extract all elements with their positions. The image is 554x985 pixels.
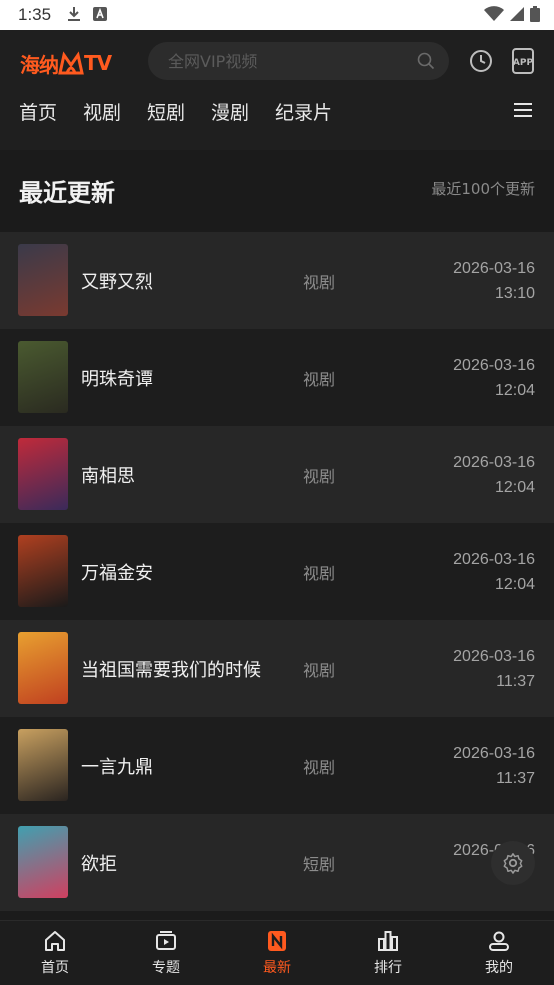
item-time: 12:04 <box>494 576 535 593</box>
item-title: 欲拒 <box>81 854 117 875</box>
item-time: 13:10 <box>494 285 535 302</box>
poster-image <box>18 244 68 316</box>
rank-icon <box>378 931 398 951</box>
history-icon[interactable] <box>469 49 493 73</box>
list-item[interactable]: 万福金安 视剧 2026-03-16 12:04 <box>0 523 554 620</box>
download-icon <box>68 7 80 21</box>
list-item[interactable]: 当祖国需要我们的时候 视剧 2026-03-16 11:37 <box>0 620 554 717</box>
list-item[interactable]: 一言九鼎 视剧 2026-03-16 11:37 <box>0 717 554 814</box>
item-time: 11:37 <box>496 673 535 690</box>
item-title: 一言九鼎 <box>81 757 153 778</box>
item-category: 视剧 <box>303 467 336 486</box>
topic-icon <box>156 931 176 950</box>
tab-documentary[interactable]: 纪录片 <box>275 98 332 125</box>
item-updated: 2026-03-16 12:04 <box>453 353 535 403</box>
poster-image <box>18 438 68 510</box>
tab-series[interactable]: 视剧 <box>83 98 121 125</box>
bottom-nav-home-label: 首页 <box>41 960 69 976</box>
item-category: 视剧 <box>303 758 336 777</box>
item-time: 11:37 <box>496 770 535 787</box>
svg-text:APP: APP <box>513 58 534 68</box>
bottom-nav-topics-label: 专题 <box>152 960 180 976</box>
item-date: 2026-03-16 <box>453 745 535 762</box>
latest-icon <box>268 931 286 951</box>
poster-image <box>18 632 68 704</box>
poster-image <box>18 826 68 898</box>
recent-updates-header: 最近更新 最近100个更新 <box>0 150 554 232</box>
settings-float-button[interactable] <box>491 841 535 885</box>
bottom-nav-profile[interactable]: 我的 <box>459 929 539 977</box>
bottom-nav-latest[interactable]: 最新 <box>237 929 317 977</box>
item-category: 短剧 <box>303 855 336 874</box>
app-notification-icon <box>93 7 107 21</box>
bottom-nav-rank-label: 排行 <box>374 960 402 976</box>
item-updated: 2026-03-16 13:10 <box>453 256 535 306</box>
poster-image <box>18 729 68 801</box>
list-item[interactable]: 明珠奇谭 视剧 2026-03-16 12:04 <box>0 329 554 426</box>
item-title: 明珠奇谭 <box>81 369 153 390</box>
status-bar: 1:35 <box>0 0 554 30</box>
category-nav: 首页 视剧 短剧 漫剧 纪录片 <box>0 98 554 124</box>
item-category: 视剧 <box>303 661 336 680</box>
tab-home[interactable]: 首页 <box>19 98 57 125</box>
app-download-icon[interactable]: APP <box>511 48 535 74</box>
wifi-icon <box>484 6 504 21</box>
home-icon <box>45 931 65 951</box>
item-updated: 2026-03-16 12:04 <box>453 450 535 500</box>
item-date: 2026-03-16 <box>453 357 535 374</box>
bottom-nav-topics[interactable]: 专题 <box>126 929 206 977</box>
item-title: 南相思 <box>81 466 135 487</box>
item-date: 2026-03-16 <box>453 648 535 665</box>
bottom-nav-latest-label: 最新 <box>263 960 291 976</box>
item-category: 视剧 <box>303 564 336 583</box>
section-subtitle: 最近100个更新 <box>431 180 535 198</box>
profile-icon <box>489 931 509 951</box>
poster-image <box>18 535 68 607</box>
item-time: 12:04 <box>494 479 535 496</box>
tab-short-drama[interactable]: 短剧 <box>147 98 185 125</box>
item-date: 2026-03-16 <box>453 260 535 277</box>
item-updated: 2026-03-16 11:37 <box>453 741 535 791</box>
item-time: 12:04 <box>494 382 535 399</box>
update-list: 又野又烈 视剧 2026-03-16 13:10 明珠奇谭 视剧 2026-03-16 12:… <box>0 232 554 911</box>
menu-icon[interactable] <box>514 102 532 118</box>
tab-comic-drama[interactable]: 漫剧 <box>211 98 249 125</box>
item-title: 当祖国需要我们的时候 <box>81 660 261 681</box>
bottom-nav-rank[interactable]: 排行 <box>348 929 428 977</box>
search-icon[interactable] <box>417 52 435 70</box>
bottom-nav: 首页 专题 最新 排行 我的 <box>0 920 554 985</box>
item-updated: 2026-03-16 12:04 <box>453 547 535 597</box>
bottom-nav-home[interactable]: 首页 <box>15 929 95 977</box>
item-date: 2026-03-16 <box>453 551 535 568</box>
app-header: 海纳 TV APP 首页 视剧 短剧 漫剧 纪录片 <box>0 30 554 150</box>
poster-image <box>18 341 68 413</box>
search-bar[interactable] <box>148 42 449 80</box>
list-item[interactable]: 欲拒短剧2026-03-16 <box>0 814 554 911</box>
bottom-nav-profile-label: 我的 <box>485 960 513 976</box>
gear-icon <box>503 853 523 874</box>
list-item[interactable]: 南相思 视剧 2026-03-16 12:04 <box>0 426 554 523</box>
signal-icon <box>510 7 524 21</box>
logo-mark-icon <box>58 51 84 75</box>
battery-icon <box>530 6 540 22</box>
item-category: 视剧 <box>303 370 336 389</box>
app-logo[interactable]: 海纳 TV <box>20 50 112 77</box>
item-category: 视剧 <box>303 273 336 292</box>
item-date: 2026-03-16 <box>453 454 535 471</box>
section-title: 最近更新 <box>19 179 115 207</box>
search-input[interactable] <box>166 50 400 72</box>
item-title: 又野又烈 <box>81 272 153 293</box>
item-title: 万福金安 <box>81 563 153 584</box>
item-updated: 2026-03-16 11:37 <box>453 644 535 694</box>
list-item[interactable]: 又野又烈 视剧 2026-03-16 13:10 <box>0 232 554 329</box>
status-time: 1:35 <box>18 5 52 24</box>
